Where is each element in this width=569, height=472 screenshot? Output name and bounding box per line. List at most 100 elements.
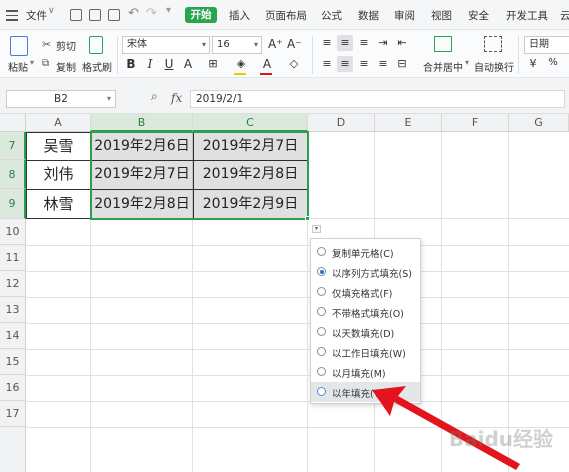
format-painter-icon[interactable] [89,36,103,54]
eraser-icon[interactable]: ◇ [287,57,301,70]
column-header-e[interactable]: E [375,114,442,132]
cell-a7[interactable]: 吴雪 [26,132,91,160]
menu-option-fill-months[interactable]: 以月填充(M) [311,362,420,382]
zoom-icon[interactable]: ⌕ [151,89,158,104]
copy-icon[interactable]: ⧉ [42,58,49,69]
row-header-12[interactable]: 12 [0,271,26,297]
more-icon[interactable]: ▾ [166,5,171,16]
bold-icon[interactable]: B [124,57,138,71]
align-middle-icon[interactable]: ≡ [338,36,352,49]
merge-center-button[interactable]: 合并居中 [423,59,463,74]
formula-bar: B2 ▾ ⌕ fx 2019/2/1 [0,78,569,114]
paste-button[interactable]: 粘贴 [8,59,28,74]
row-header-15[interactable]: 15 [0,349,26,375]
align-center-icon[interactable]: ≡ [338,57,352,70]
cell-a8[interactable]: 刘伟 [26,160,91,189]
row-header-9[interactable]: 9 [0,189,26,219]
tab-data[interactable]: 数据 [358,8,379,23]
distribute-icon[interactable]: ⊟ [395,57,409,70]
row-header-11[interactable]: 11 [0,245,26,271]
tab-start[interactable]: 开始 [185,7,217,23]
name-box-value: B2 [54,93,68,105]
column-header-c[interactable]: C [193,114,308,132]
menu-option-copy-cells[interactable]: 复制单元格(C) [311,242,420,262]
print-preview-icon[interactable] [108,9,120,21]
redo-icon[interactable]: ↷ [146,6,157,21]
row-header-8[interactable]: 8 [0,160,26,189]
fx-icon[interactable]: fx [171,91,182,105]
menu-option-fill-formats[interactable]: 仅填充格式(F) [311,282,420,302]
tab-developer[interactable]: 开发工具 [506,8,548,23]
align-right-icon[interactable]: ≡ [357,57,371,70]
outdent-icon[interactable]: ⇤ [395,36,409,49]
column-header-a[interactable]: A [26,114,91,132]
align-left-icon[interactable]: ≡ [320,57,334,70]
chevron-down-icon[interactable]: ▾ [30,58,34,67]
align-bottom-icon[interactable]: ≡ [357,36,371,49]
border-icon[interactable]: ⊞ [206,57,220,70]
select-all-corner[interactable] [0,114,26,132]
tab-cloud[interactable]: 云 [560,8,569,23]
menu-option-fill-series[interactable]: 以序列方式填充(S) [311,262,420,282]
file-menu[interactable]: 文件 [26,8,47,23]
decrease-font-icon[interactable]: A⁻ [287,37,302,51]
cell-a9[interactable]: 林雪 [26,189,91,219]
chevron-down-icon[interactable]: ▾ [465,58,469,67]
row-header-13[interactable]: 13 [0,297,26,323]
formula-input[interactable]: 2019/2/1 [190,90,565,108]
hamburger-icon[interactable] [6,10,18,24]
strikethrough-icon[interactable]: A [181,57,195,71]
tab-review[interactable]: 审阅 [394,8,415,23]
tab-page-layout[interactable]: 页面布局 [265,8,307,23]
increase-font-icon[interactable]: A⁺ [268,37,283,51]
column-header-b[interactable]: B [91,114,193,132]
row-header-14[interactable]: 14 [0,323,26,349]
cell-b8[interactable]: 2019年2月7日 [91,160,193,189]
paste-icon[interactable] [10,36,28,56]
copy-button[interactable]: 复制 [56,59,76,74]
scissors-icon[interactable]: ✂ [42,38,51,51]
column-header-f[interactable]: F [442,114,509,132]
tab-formulas[interactable]: 公式 [321,8,342,23]
italic-icon[interactable]: I [143,57,157,71]
cell-b7[interactable]: 2019年2月6日 [91,132,193,160]
format-painter-button[interactable]: 格式刷 [82,59,112,74]
name-box[interactable]: B2 ▾ [6,90,116,108]
cell-b9[interactable]: 2019年2月8日 [91,189,193,219]
merge-center-icon[interactable] [434,36,452,52]
font-color-icon[interactable]: A [260,57,274,71]
print-icon[interactable] [89,9,101,21]
column-header-d[interactable]: D [308,114,375,132]
justify-icon[interactable]: ≡ [376,57,390,70]
menu-option-fill-without-formatting[interactable]: 不带格式填充(O) [311,302,420,322]
fill-color-icon[interactable]: ◈ [234,57,248,70]
tab-insert[interactable]: 插入 [229,8,250,23]
cell-c7[interactable]: 2019年2月7日 [193,132,308,160]
chevron-down-icon[interactable]: ∨ [48,6,55,16]
indent-icon[interactable]: ⇥ [376,36,390,49]
column-header-g[interactable]: G [509,114,569,132]
cell-c9[interactable]: 2019年2月9日 [193,189,308,219]
tab-security[interactable]: 安全 [468,8,489,23]
row-header-17[interactable]: 17 [0,401,26,427]
number-format-select[interactable]: 日期 [524,36,569,54]
font-size-select[interactable]: 16 ▾ [212,36,262,54]
undo-icon[interactable]: ↶ [128,6,139,21]
cell-c8[interactable]: 2019年2月8日 [193,160,308,189]
save-icon[interactable] [70,9,82,21]
row-header-7[interactable]: 7 [0,132,26,160]
menu-option-fill-weekdays[interactable]: 以工作日填充(W) [311,342,420,362]
underline-icon[interactable]: U [162,57,176,71]
align-top-icon[interactable]: ≡ [320,36,334,49]
row-header-16[interactable]: 16 [0,375,26,401]
currency-icon[interactable]: ¥ [526,57,540,70]
wrap-text-button[interactable]: 自动换行 [474,59,514,74]
tab-view[interactable]: 视图 [431,8,452,23]
row-header-10[interactable]: 10 [0,219,26,245]
menu-option-fill-days[interactable]: 以天数填充(D) [311,322,420,342]
percent-icon[interactable]: % [546,57,560,68]
wrap-text-icon[interactable] [484,36,502,52]
autofill-options-icon[interactable]: ▾ [312,225,321,233]
cut-button[interactable]: 剪切 [56,38,76,53]
font-name-select[interactable]: 宋体 ▾ [122,36,210,54]
